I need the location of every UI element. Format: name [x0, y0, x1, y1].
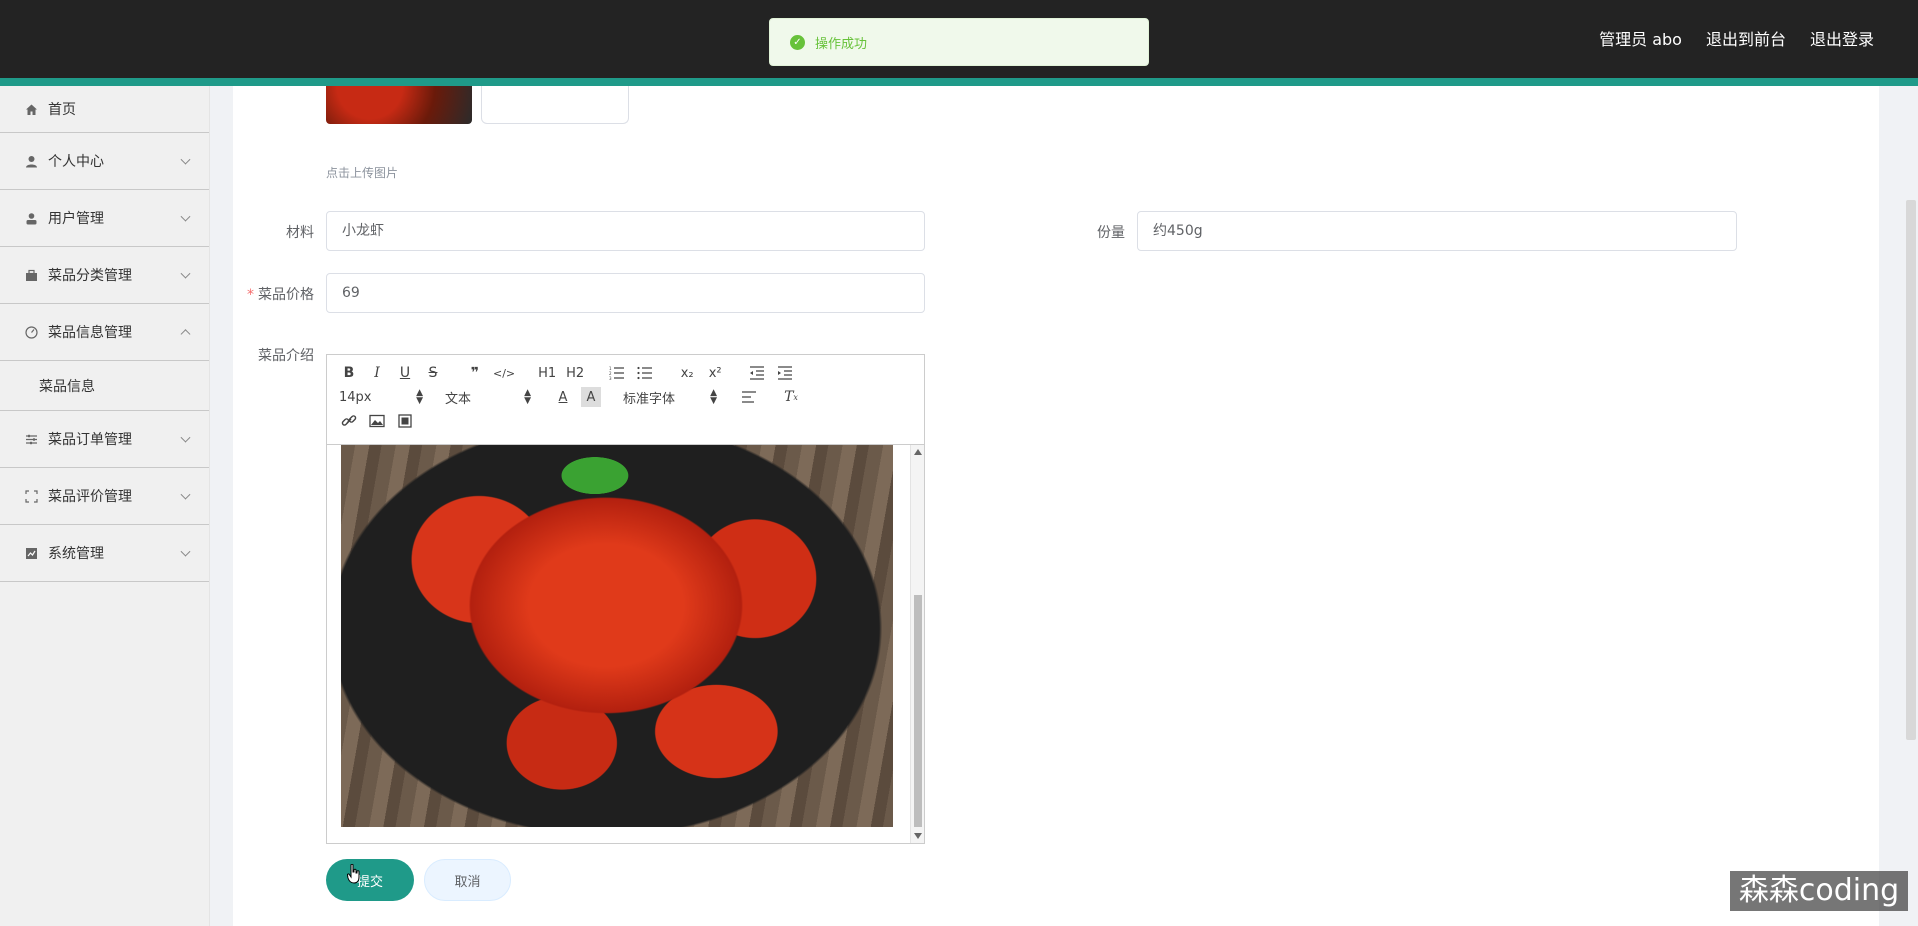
sidebar-item-system-manage[interactable]: 系统管理: [0, 525, 209, 582]
order-icon: [24, 432, 38, 446]
sidebar-item-home[interactable]: 首页: [0, 86, 209, 133]
heading1-button[interactable]: H1: [537, 363, 557, 383]
price-input[interactable]: 69: [326, 273, 925, 313]
scroll-up-icon[interactable]: [914, 449, 922, 455]
material-input[interactable]: 小龙虾: [326, 211, 925, 251]
sidebar-item-label: 菜品信息管理: [48, 325, 132, 341]
sidebar-item-label: 首页: [48, 102, 76, 118]
select-caret-icon: ▲ ▼: [710, 388, 717, 406]
font-size-select[interactable]: 14px ▲ ▼: [339, 388, 423, 406]
image-icon[interactable]: [367, 411, 387, 431]
material-label: 材料: [286, 225, 314, 241]
font-family-value: 标准字体: [623, 391, 676, 407]
price-label-text: 菜品价格: [258, 287, 314, 303]
chevron-down-icon: [180, 546, 191, 557]
price-label: * 菜品价格: [240, 284, 314, 304]
ordered-list-icon[interactable]: 123: [607, 363, 627, 383]
chevron-down-icon: [180, 211, 191, 222]
editor-content[interactable]: [327, 445, 924, 843]
required-mark: *: [247, 287, 254, 303]
sidebar-item-review-manage[interactable]: 菜品评价管理: [0, 468, 209, 525]
intro-label: 菜品介绍: [258, 348, 314, 364]
sidebar-item-label: 菜品订单管理: [48, 432, 132, 448]
watermark: 森森coding: [1730, 871, 1908, 911]
sidebar-item-profile[interactable]: 个人中心: [0, 133, 209, 190]
logout-link[interactable]: 退出登录: [1810, 26, 1874, 50]
chevron-down-icon: [180, 489, 191, 500]
portion-label: 份量: [1097, 225, 1125, 241]
dish-info-icon: [24, 325, 38, 339]
link-icon[interactable]: [339, 411, 359, 431]
sidebar-subitem-dish-info[interactable]: 菜品信息: [0, 361, 209, 411]
sidebar-item-label: 系统管理: [48, 546, 104, 562]
header-type-value: 文本: [445, 391, 472, 407]
sidebar-item-label: 菜品分类管理: [48, 268, 132, 284]
toast-message: 操作成功: [815, 36, 868, 52]
indent-icon[interactable]: [775, 363, 795, 383]
heading2-button[interactable]: H2: [565, 363, 585, 383]
superscript-button[interactable]: x²: [705, 363, 725, 383]
chevron-down-icon: [180, 268, 191, 279]
outdent-icon[interactable]: [747, 363, 767, 383]
category-icon: [24, 268, 38, 282]
bold-button[interactable]: B: [339, 363, 359, 383]
check-circle-icon: ✓: [790, 34, 805, 50]
upload-hint: 点击上传图片: [326, 166, 399, 180]
mouse-cursor-icon: [347, 864, 360, 884]
bullet-list-icon[interactable]: [635, 363, 655, 383]
portion-input[interactable]: 约450g: [1137, 211, 1737, 251]
sidebar-item-dish-info-manage[interactable]: 菜品信息管理: [0, 304, 209, 361]
editor-scrollbar[interactable]: [910, 445, 924, 843]
code-block-icon[interactable]: </>: [493, 363, 515, 383]
header-accent-bar: [0, 78, 1918, 86]
strikethrough-button[interactable]: S: [423, 363, 443, 383]
uploaded-image-thumbnail[interactable]: [326, 86, 472, 124]
select-caret-icon: ▲ ▼: [524, 388, 531, 406]
italic-button[interactable]: I: [367, 363, 387, 383]
current-user-label: 管理员 abo: [1599, 30, 1682, 49]
chevron-down-icon: [180, 154, 191, 165]
subscript-button[interactable]: x₂: [677, 363, 697, 383]
sidebar-item-category-manage[interactable]: 菜品分类管理: [0, 247, 209, 304]
sidebar-item-user-manage[interactable]: 用户管理: [0, 190, 209, 247]
sidebar: 首页 个人中心 用户管理 菜品分类管理 菜品信息管理 菜品信息 菜品订单管理 菜…: [0, 86, 210, 926]
editor-scroll-thumb[interactable]: [914, 595, 922, 827]
to-front-link[interactable]: 退出到前台: [1706, 26, 1786, 50]
user-manage-icon: [24, 211, 38, 225]
upload-image-button[interactable]: [481, 86, 629, 124]
cancel-button[interactable]: 取消: [424, 859, 511, 901]
font-family-select[interactable]: 标准字体 ▲ ▼: [623, 388, 717, 407]
editor-toolbar: B I U S ❞ </> H1 H2 123 x₂ x² 14px ▲ ▼ 文…: [327, 355, 924, 445]
video-icon[interactable]: [395, 411, 415, 431]
crayfish-photo: [341, 445, 893, 827]
review-icon: [24, 489, 38, 503]
chevron-up-icon: [180, 329, 191, 340]
clear-format-icon[interactable]: Tx: [781, 387, 801, 407]
background-color-button[interactable]: A: [581, 387, 601, 407]
svg-text:3: 3: [609, 376, 612, 380]
sidebar-item-label: 菜品评价管理: [48, 489, 132, 505]
scroll-down-icon[interactable]: [914, 833, 922, 839]
user-icon: [24, 154, 38, 168]
rich-text-editor: B I U S ❞ </> H1 H2 123 x₂ x² 14px ▲ ▼ 文…: [326, 354, 925, 844]
align-icon[interactable]: [739, 387, 759, 407]
sidebar-item-label: 个人中心: [48, 154, 104, 170]
select-caret-icon: ▲ ▼: [416, 388, 423, 406]
home-icon: [24, 102, 38, 116]
top-nav: 管理员 abo 退出到前台 退出登录: [1599, 26, 1874, 50]
underline-button[interactable]: U: [395, 363, 415, 383]
chevron-down-icon: [180, 432, 191, 443]
sidebar-item-label: 用户管理: [48, 211, 104, 227]
submit-button[interactable]: 提交: [326, 859, 414, 901]
header-type-select[interactable]: 文本 ▲ ▼: [445, 388, 531, 407]
sidebar-item-order-manage[interactable]: 菜品订单管理: [0, 411, 209, 468]
success-toast: ✓ 操作成功: [769, 18, 1149, 66]
font-color-button[interactable]: A: [553, 387, 573, 407]
font-size-value: 14px: [339, 389, 372, 405]
blockquote-icon[interactable]: ❞: [465, 363, 485, 383]
system-icon: [24, 546, 38, 560]
page-scrollbar[interactable]: [1906, 200, 1916, 740]
